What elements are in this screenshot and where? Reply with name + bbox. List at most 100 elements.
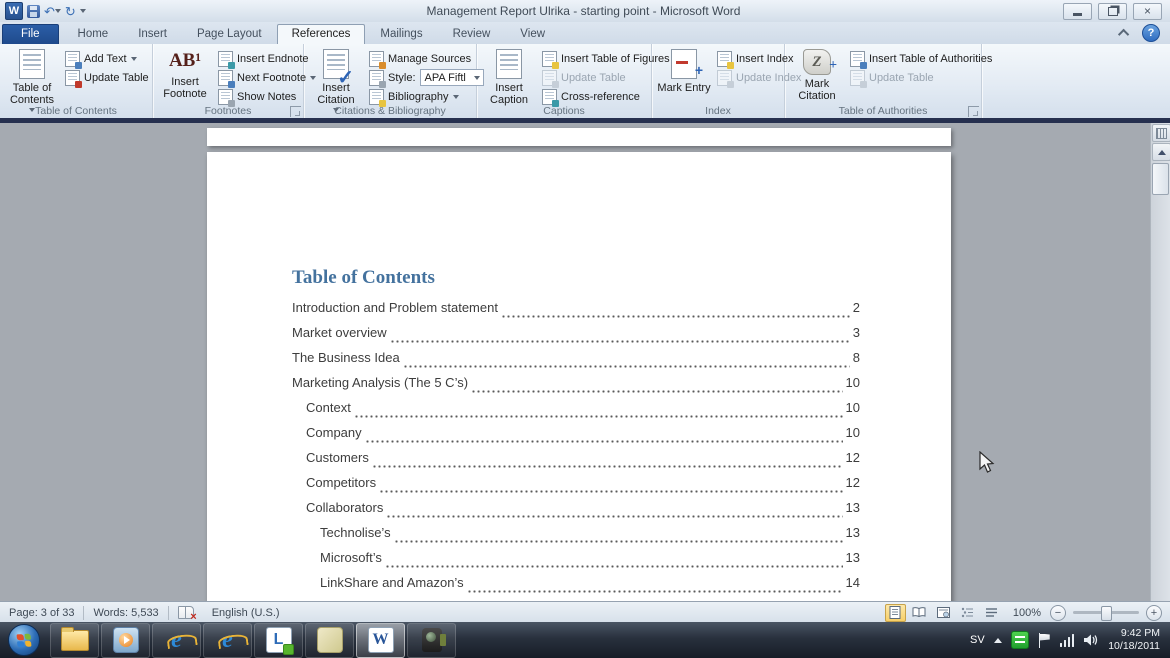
network-icon[interactable] xyxy=(1060,634,1075,647)
tab-insert[interactable]: Insert xyxy=(123,24,182,44)
toc-entry[interactable]: Market overview3 xyxy=(292,325,860,350)
minimize-button[interactable] xyxy=(1063,3,1092,20)
taskbar-notes-app[interactable] xyxy=(305,623,354,658)
redo-button[interactable]: ↻ xyxy=(65,3,76,19)
draft-view-button[interactable] xyxy=(981,604,1002,622)
tab-mailings[interactable]: Mailings xyxy=(365,24,437,44)
group-label-captions: Captions xyxy=(477,105,651,117)
customize-qat-button[interactable] xyxy=(80,3,86,19)
footnotes-dialog-launcher[interactable] xyxy=(290,106,301,117)
insert-footnote-button[interactable]: AB¹ Insert Footnote xyxy=(157,47,213,100)
vertical-scrollbar[interactable] xyxy=(1150,123,1170,601)
tray-app-icon[interactable] xyxy=(1011,631,1029,649)
toc-entry-page: 2 xyxy=(853,300,860,315)
taskbar-media-player[interactable] xyxy=(101,623,150,658)
document-page[interactable]: Table of Contents Introduction and Probl… xyxy=(207,152,951,601)
clock-date: 10/18/2011 xyxy=(1108,640,1160,653)
toc-entry[interactable]: LinkShare and Amazon’s 14 xyxy=(292,575,860,600)
zoom-slider-thumb[interactable] xyxy=(1101,606,1112,621)
help-button[interactable]: ? xyxy=(1142,24,1160,42)
taskbar-remote-app[interactable]: L xyxy=(254,623,303,658)
mouse-cursor xyxy=(978,451,996,475)
outline-view-button[interactable] xyxy=(957,604,978,622)
toc-entry[interactable]: Technolise’s13 xyxy=(292,525,860,550)
taskbar-internet-explorer-2[interactable]: e xyxy=(203,623,252,658)
toc-entry[interactable]: Customers12 xyxy=(292,450,860,475)
taskbar-screen-recorder[interactable] xyxy=(407,623,456,658)
undo-button[interactable]: ↶ xyxy=(44,3,61,19)
view-ruler-button[interactable] xyxy=(1152,124,1170,142)
title-bar: W ↶ ↻ Management Report Ulrika - startin… xyxy=(0,0,1170,23)
web-layout-view-button[interactable] xyxy=(933,604,954,622)
manage-sources-button[interactable]: Manage Sources xyxy=(366,49,487,68)
insert-caption-button[interactable]: Insert Caption xyxy=(481,47,537,106)
style-select[interactable]: APA Fiftl xyxy=(420,69,484,86)
proofing-status[interactable] xyxy=(169,602,203,623)
tab-references[interactable]: References xyxy=(277,24,366,44)
toc-entry[interactable]: Microsoft’s13 xyxy=(292,550,860,575)
print-layout-view-button[interactable] xyxy=(885,604,906,622)
full-screen-reading-view-button[interactable] xyxy=(909,604,930,622)
group-label-citations-bibliography: Citations & Bibliography xyxy=(304,105,476,117)
tab-home[interactable]: Home xyxy=(63,24,124,44)
toc-heading[interactable]: Table of Contents xyxy=(292,267,435,289)
dot-leader xyxy=(386,515,842,518)
table-of-authorities-dialog-launcher[interactable] xyxy=(968,106,979,117)
taskbar-internet-explorer-1[interactable]: e xyxy=(152,623,201,658)
tab-page-layout[interactable]: Page Layout xyxy=(182,24,277,44)
clock[interactable]: 9:42 PM 10/18/2011 xyxy=(1108,627,1160,653)
add-text-button[interactable]: Add Text xyxy=(62,49,152,68)
zoom-slider[interactable] xyxy=(1073,611,1139,614)
previous-page-bottom[interactable] xyxy=(207,128,951,146)
manage-sources-icon xyxy=(369,51,384,67)
arrow-up-icon xyxy=(1158,150,1166,155)
word-logo-icon[interactable]: W xyxy=(5,2,23,20)
toc-entry[interactable]: Context10 xyxy=(292,400,860,425)
save-button[interactable] xyxy=(27,3,40,19)
close-button[interactable]: × xyxy=(1133,3,1162,20)
zoom-level[interactable]: 100% xyxy=(1013,607,1041,619)
taskbar-windows-explorer[interactable] xyxy=(50,623,99,658)
toc-entry[interactable]: Competitors12 xyxy=(292,475,860,500)
toc-entry[interactable]: The Business Idea8 xyxy=(292,350,860,375)
action-center-flag-icon[interactable] xyxy=(1038,633,1051,648)
toc-entry[interactable]: Company10 xyxy=(292,425,860,450)
toc-entry-page: 14 xyxy=(846,575,860,590)
zoom-out-button[interactable]: − xyxy=(1050,605,1066,621)
scrollbar-thumb[interactable] xyxy=(1152,163,1169,195)
taskbar-word-active[interactable]: W xyxy=(356,623,405,658)
table-of-contents-button[interactable]: Table of Contents xyxy=(4,47,60,112)
tab-review[interactable]: Review xyxy=(438,24,506,44)
start-button[interactable] xyxy=(5,623,43,657)
zoom-in-button[interactable]: + xyxy=(1146,605,1162,621)
bibliography-button[interactable]: Bibliography xyxy=(366,87,487,106)
add-text-icon xyxy=(65,51,80,67)
toc-entry-text: Microsoft’s xyxy=(320,550,382,565)
show-hidden-icons-button[interactable] xyxy=(994,638,1002,643)
quick-access-toolbar: W ↶ ↻ xyxy=(0,2,125,20)
ruler-icon xyxy=(1156,128,1167,139)
mark-entry-button[interactable]: + Mark Entry xyxy=(656,47,712,94)
input-language-indicator[interactable]: SV xyxy=(970,634,985,646)
tab-file[interactable]: File xyxy=(2,24,59,44)
toc-entry[interactable]: Collaborators13 xyxy=(292,500,860,525)
insert-citation-button[interactable]: Insert Citation xyxy=(308,47,364,112)
scroll-up-button[interactable] xyxy=(1152,143,1170,161)
word-count[interactable]: Words: 5,533 xyxy=(84,602,167,623)
volume-icon[interactable] xyxy=(1083,633,1099,647)
page-indicator[interactable]: Page: 3 of 33 xyxy=(0,602,83,623)
toc-entry-text: LinkShare and Amazon’s xyxy=(320,575,464,590)
mark-citation-button[interactable]: Z+ Mark Citation xyxy=(789,47,845,102)
update-table-button[interactable]: Update Table xyxy=(62,68,152,87)
toc-entry-page: 12 xyxy=(846,450,860,465)
ribbon-group-footnotes: AB¹ Insert Footnote Insert Endnote Next … xyxy=(153,44,304,118)
toc-entry[interactable]: Introduction and Problem statement2 xyxy=(292,300,860,325)
language-indicator[interactable]: English (U.S.) xyxy=(203,602,289,623)
minimize-ribbon-button[interactable] xyxy=(1116,26,1134,40)
toc-entry[interactable]: Marketing Analysis (The 5 C’s)10 xyxy=(292,375,860,400)
tab-view[interactable]: View xyxy=(505,24,560,44)
word-icon: W xyxy=(368,627,394,653)
insert-citation-icon xyxy=(323,49,349,79)
restore-button[interactable] xyxy=(1098,3,1127,20)
insert-table-of-authorities-button[interactable]: Insert Table of Authorities xyxy=(847,49,995,68)
